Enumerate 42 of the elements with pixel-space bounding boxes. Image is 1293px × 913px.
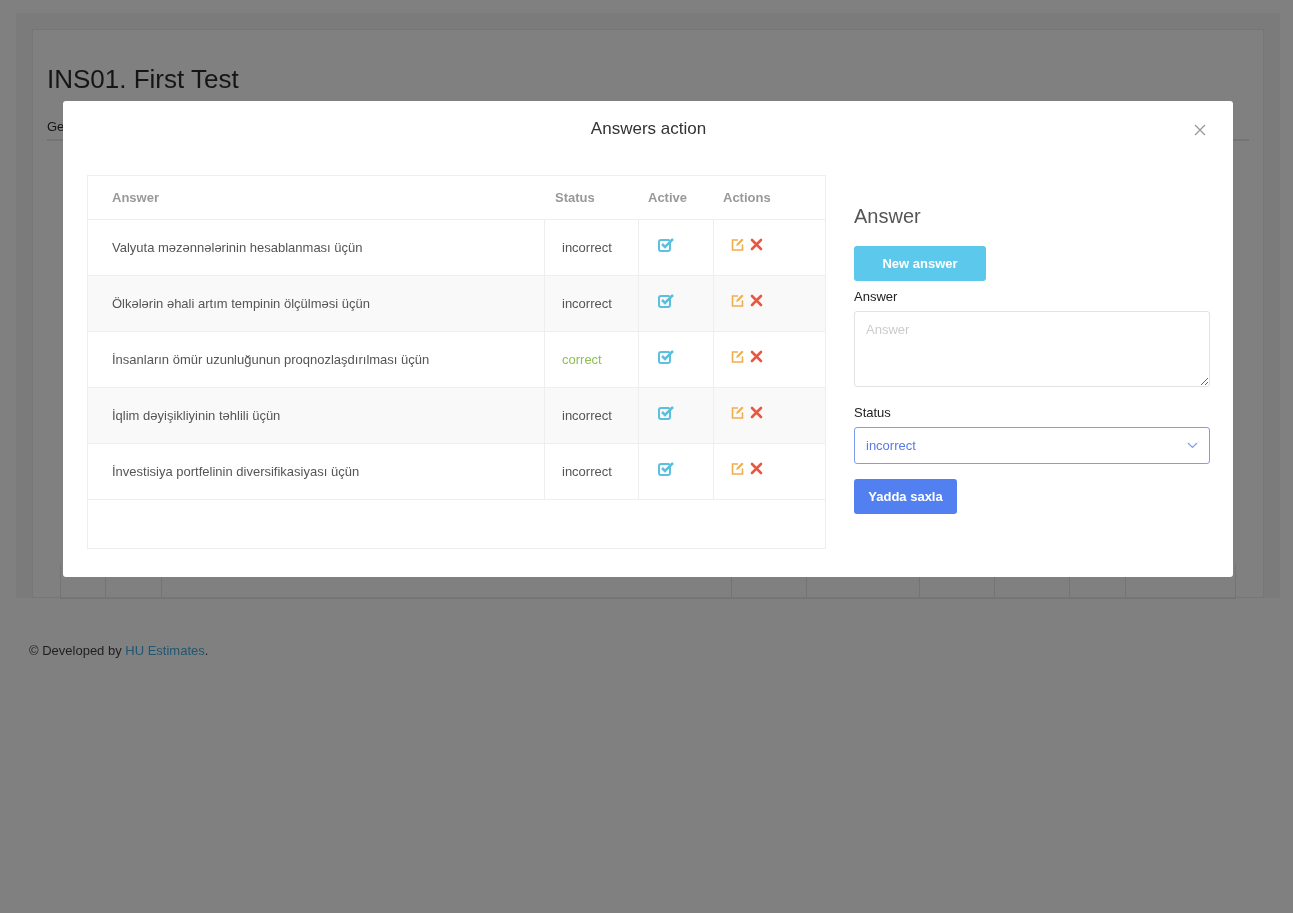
table-cell: İnsanların ömür uzunluğunun proqnozlaşdırılması üçün bbox=[88, 332, 545, 387]
modal-title: Answers action bbox=[590, 119, 707, 139]
table-cell: Valyuta məzənnələrinin hesablanması üçün bbox=[88, 220, 545, 275]
checkbox-checked-icon[interactable] bbox=[658, 293, 674, 308]
table-cell: incorrect bbox=[545, 444, 639, 499]
edit-icon[interactable] bbox=[731, 350, 744, 363]
table-cell: correct bbox=[545, 332, 639, 387]
checkbox-checked-icon[interactable] bbox=[658, 349, 674, 364]
table-cell: incorrect bbox=[545, 388, 639, 443]
delete-icon[interactable] bbox=[750, 238, 763, 251]
table-cell: incorrect bbox=[545, 276, 639, 331]
form-heading: Answer bbox=[854, 205, 922, 228]
column-header: Active bbox=[647, 189, 689, 207]
footer-text: © Developed by HU Estimates. bbox=[29, 643, 210, 658]
column-header: Status bbox=[554, 189, 596, 207]
page-title: INS01. First Test bbox=[47, 64, 240, 95]
column-header: Answer bbox=[111, 189, 160, 207]
edit-icon[interactable] bbox=[731, 294, 744, 307]
table-cell: incorrect bbox=[545, 220, 639, 275]
table-cell: İqlim dəyişikliyinin təhlili üçün bbox=[88, 388, 545, 443]
edit-icon[interactable] bbox=[731, 462, 744, 475]
status-dropdown[interactable]: incorrect bbox=[854, 427, 1210, 464]
edit-icon[interactable] bbox=[731, 238, 744, 251]
new-answer-button[interactable]: New answer bbox=[854, 246, 986, 281]
field-label: Answer bbox=[854, 289, 899, 304]
checkbox-checked-icon[interactable] bbox=[658, 405, 674, 420]
delete-icon[interactable] bbox=[750, 406, 763, 419]
edit-icon[interactable] bbox=[731, 406, 744, 419]
delete-icon[interactable] bbox=[750, 294, 763, 307]
delete-icon[interactable] bbox=[750, 350, 763, 363]
save-button[interactable]: Yadda saxla bbox=[854, 479, 957, 514]
checkbox-checked-icon[interactable] bbox=[658, 237, 674, 252]
footer-link[interactable]: HU Estimates bbox=[125, 643, 205, 658]
checkbox-checked-icon[interactable] bbox=[658, 461, 674, 476]
tab[interactable]: Ge bbox=[47, 119, 65, 134]
table-cell: İnvestisiya portfelinin diversifikasiyası üçün bbox=[88, 444, 545, 499]
delete-icon[interactable] bbox=[750, 462, 763, 475]
chevron-down-icon bbox=[1187, 442, 1198, 449]
table-cell: Ölkələrin əhali artım tempinin ölçülməsi üçün bbox=[88, 276, 545, 331]
column-header: Actions bbox=[722, 189, 772, 207]
field-label: Status bbox=[854, 405, 892, 420]
close-icon[interactable] bbox=[1194, 124, 1206, 136]
